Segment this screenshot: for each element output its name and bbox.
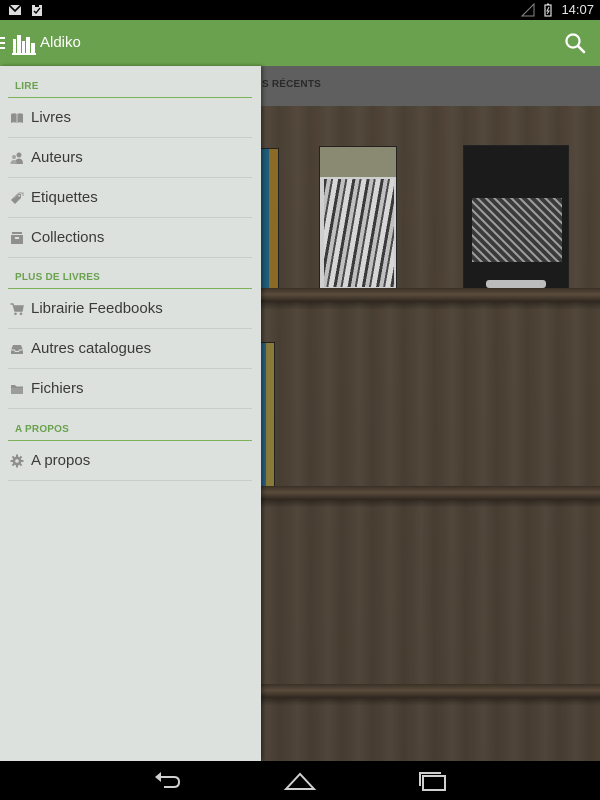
aldiko-logo-icon[interactable] [12, 31, 36, 55]
drawer-item-librairie-feedbooks[interactable]: Librairie Feedbooks [8, 289, 252, 329]
home-icon[interactable] [283, 769, 317, 793]
people-icon [10, 152, 23, 164]
book-cover[interactable] [319, 146, 397, 292]
drawer-item-label: Etiquettes [31, 189, 98, 206]
book-cover-art [472, 198, 562, 262]
tag-icon [11, 192, 24, 204]
app-title: Aldiko [40, 34, 81, 51]
section-header-plus-de-livres: PLUS DE LIVRES [8, 269, 252, 289]
back-icon[interactable] [150, 769, 184, 793]
drawer-item-label: Fichiers [31, 380, 84, 397]
book-cover-art [324, 179, 394, 287]
drawer-item-label: Livres [31, 109, 72, 126]
section-header-a-propos: A PROPOS [8, 421, 252, 441]
book-cover-publisher [486, 280, 546, 288]
drawer-indicator-icon[interactable] [0, 37, 6, 49]
drawer-item-livres[interactable]: Livres [8, 98, 252, 138]
battery-icon [544, 3, 553, 17]
tab-recent[interactable]: S RÉCENTS [262, 79, 321, 90]
book-cover-band [320, 147, 396, 177]
section-header-lire: LIRE [8, 78, 252, 98]
drawer-item-collections[interactable]: Collections [8, 218, 252, 258]
drawer-item-auteurs[interactable]: Auteurs [8, 138, 252, 178]
drawer-item-label: A propos [31, 452, 91, 469]
search-icon[interactable] [564, 32, 586, 54]
gmail-icon [8, 4, 22, 15]
status-time: 14:07 [561, 2, 594, 17]
clipboard-icon [32, 4, 42, 16]
tray-icon [11, 345, 23, 354]
cart-icon [10, 303, 24, 316]
drawer-item-etiquettes[interactable]: Etiquettes [8, 178, 252, 218]
action-bar: Aldiko [0, 20, 600, 66]
drawer-item-label: Auteurs [31, 149, 83, 166]
drawer-item-label: Collections [31, 229, 105, 246]
drawer-item-autres-catalogues[interactable]: Autres catalogues [8, 329, 252, 369]
book-cover[interactable] [463, 145, 569, 292]
gear-icon [10, 454, 24, 468]
system-nav-bar [0, 761, 600, 800]
drawer-item-a-propos[interactable]: A propos [8, 441, 252, 481]
drawer-item-label: Autres catalogues [31, 340, 152, 357]
navigation-drawer: LIRE Livres Auteurs Etiquettes Collectio… [0, 66, 261, 761]
recents-icon[interactable] [416, 769, 450, 793]
status-bar: 14:07 [0, 0, 600, 20]
book-icon [11, 113, 23, 123]
drawer-item-label: Librairie Feedbooks [31, 300, 163, 317]
drawer-item-fichiers[interactable]: Fichiers [8, 369, 252, 409]
signal-icon [521, 2, 535, 16]
collection-icon [11, 232, 23, 244]
folder-icon [11, 385, 23, 394]
